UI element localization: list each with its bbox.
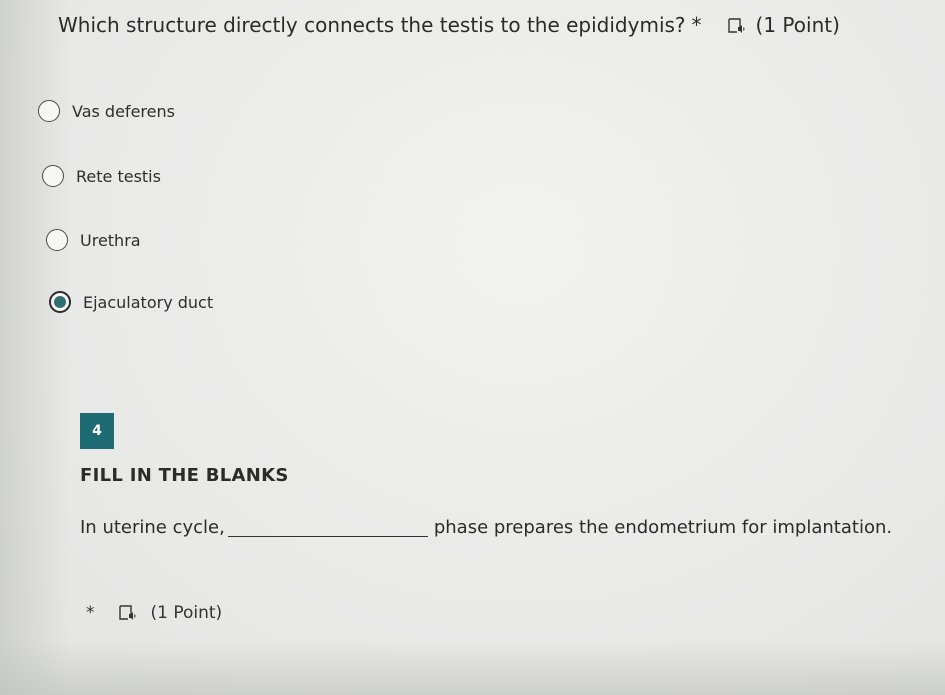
- points-label: (1 Point): [755, 13, 840, 37]
- option-vas-deferens[interactable]: Vas deferens: [38, 96, 175, 126]
- points-label: (1 Point): [150, 603, 223, 623]
- option-label: Vas deferens: [72, 101, 175, 121]
- option-ejaculatory-duct[interactable]: Ejaculatory duct: [49, 287, 213, 317]
- radio-button[interactable]: [42, 165, 64, 187]
- immersive-reader-icon[interactable]: [727, 18, 746, 34]
- question-4-meta: * (1 Point): [86, 603, 222, 623]
- sentence-end: phase prepares the endometrium for impla…: [433, 517, 893, 538]
- blank-line: [227, 518, 428, 537]
- option-label: Ejaculatory duct: [83, 292, 214, 312]
- option-urethra[interactable]: Urethra: [46, 225, 141, 255]
- option-label: Rete testis: [76, 166, 161, 186]
- radio-button[interactable]: [38, 100, 60, 122]
- option-rete-testis[interactable]: Rete testis: [42, 161, 161, 191]
- required-star: *: [691, 13, 702, 37]
- sentence-start: In uterine cycle,: [80, 517, 225, 538]
- radio-button[interactable]: [46, 229, 68, 251]
- fill-in-blank-question: In uterine cycle, phase prepares the endo…: [80, 517, 892, 538]
- question-number-badge: 4: [80, 413, 114, 449]
- immersive-reader-icon[interactable]: [118, 605, 137, 621]
- question-text: Which structure directly connects the te…: [58, 13, 686, 37]
- background-shadow-bottom: [0, 640, 945, 695]
- option-label: Urethra: [80, 230, 141, 250]
- required-star: *: [86, 603, 95, 623]
- radio-button-selected[interactable]: [49, 291, 71, 313]
- question-3-title: Which structure directly connects the te…: [58, 10, 840, 40]
- section-title: FILL IN THE BLANKS: [80, 465, 289, 486]
